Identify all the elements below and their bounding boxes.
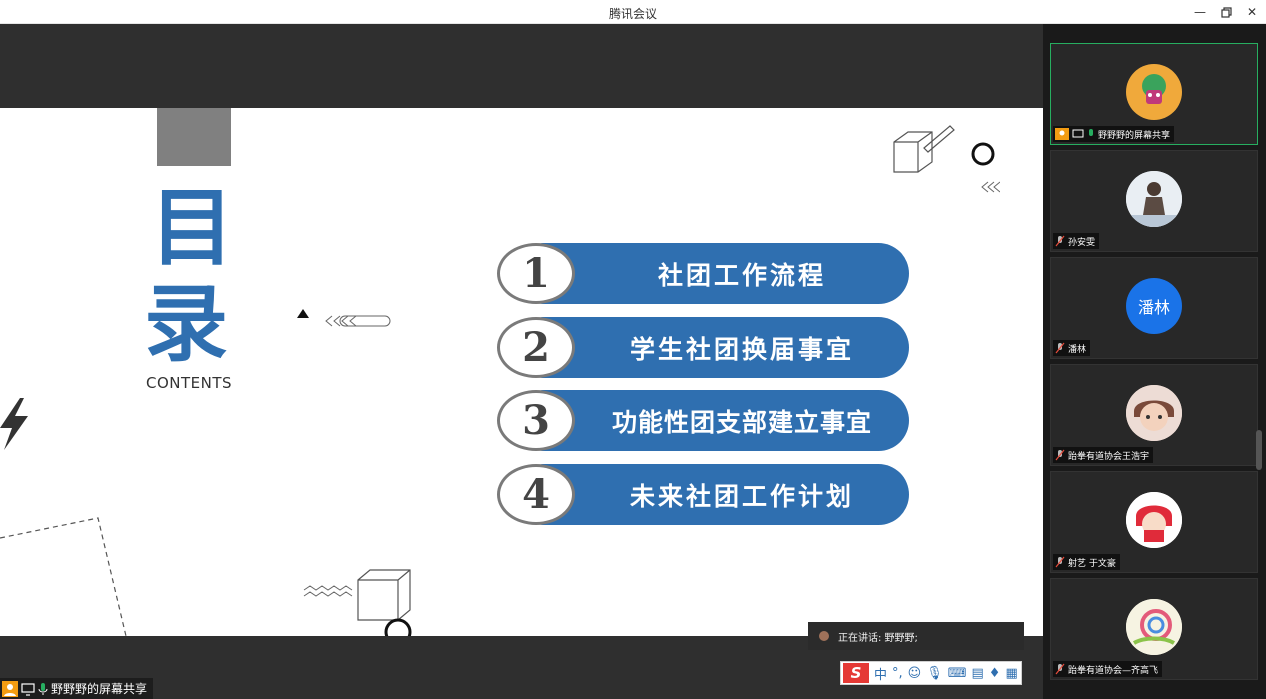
speaker-avatar-icon xyxy=(819,631,829,641)
heading-subtitle: CONTENTS xyxy=(146,374,233,392)
presentation-slide: 目 录 CONTENTS 社团工作流程 1 学生社团换届事宜 2 功能性团支部建… xyxy=(0,108,1043,636)
contents-item-3: 功能性团支部建立事宜 3 xyxy=(497,390,909,451)
decor-cube-bottom-icon xyxy=(303,569,412,636)
contents-item-label: 功能性团支部建立事宜 xyxy=(611,407,872,437)
contents-item-2: 学生社团换届事宜 2 xyxy=(497,317,909,378)
decor-cube-icon xyxy=(893,125,955,173)
microphone-icon[interactable]: 🎙 xyxy=(926,666,943,681)
participant-tile[interactable]: 射艺 于文豪 xyxy=(1050,471,1258,573)
contents-item-number: 3 xyxy=(522,397,550,444)
decor-lightning-icon xyxy=(0,398,28,450)
decor-ring-icon xyxy=(971,142,1000,193)
screen-share-icon xyxy=(21,682,35,696)
contents-item-4: 未来社团工作计划 4 xyxy=(497,464,909,525)
skin-icon[interactable]: ♦ xyxy=(989,666,1001,681)
ime-mode-toggle[interactable]: 中 xyxy=(874,664,887,683)
decor-dashed-line xyxy=(0,517,127,636)
grid-menu-icon[interactable]: ▦ xyxy=(1005,666,1017,681)
contents-item-number: 2 xyxy=(522,324,550,371)
toolbox-icon[interactable]: ▤ xyxy=(972,666,984,681)
punctuation-icon[interactable]: °, xyxy=(892,666,903,681)
contents-item-number: 4 xyxy=(522,471,550,518)
screen-share-label: 野野野的屏幕共享 xyxy=(51,682,148,696)
contents-item-label: 社团工作流程 xyxy=(657,260,826,290)
participant-name: 野野野的屏幕共享 xyxy=(1098,130,1171,141)
title-bar: 腾讯会议 — ✕ xyxy=(0,0,1266,24)
ime-logo[interactable]: S xyxy=(843,663,869,683)
minimize-icon[interactable]: — xyxy=(1190,3,1210,21)
microphone-muted-icon xyxy=(1055,342,1065,354)
contents-item-number: 1 xyxy=(522,250,550,297)
screen-share-icon xyxy=(1072,129,1084,138)
avatar: 潘林 xyxy=(1126,278,1182,334)
participant-tile[interactable]: 潘林 潘林 xyxy=(1050,257,1258,359)
decor-arrow-cylinder-icon xyxy=(297,309,391,327)
microphone-muted-icon xyxy=(1055,556,1065,568)
microphone-muted-icon xyxy=(1055,449,1065,461)
microphone-muted-icon xyxy=(1055,235,1065,247)
close-icon[interactable]: ✕ xyxy=(1242,3,1262,21)
participant-name: 射艺 于文豪 xyxy=(1068,558,1116,569)
restore-icon[interactable] xyxy=(1216,3,1236,21)
participant-name: 潘林 xyxy=(1068,344,1087,355)
user-icon xyxy=(2,680,18,697)
avatar xyxy=(1126,171,1182,227)
heading-char-1: 目 xyxy=(150,179,235,277)
avatar xyxy=(1126,599,1182,655)
avatar xyxy=(1126,64,1182,120)
participant-name: 孙安雯 xyxy=(1068,237,1096,248)
avatar-text: 潘林 xyxy=(1137,298,1170,317)
microphone-muted-icon xyxy=(1055,663,1065,675)
user-icon xyxy=(1055,128,1069,140)
window-title: 腾讯会议 xyxy=(608,7,657,21)
ime-toolbar: S 中 °, ☺ 🎙 ⌨ ▤ ♦ ▦ xyxy=(840,661,1022,685)
contents-item-label: 未来社团工作计划 xyxy=(629,481,854,511)
contents-item-label: 学生社团换届事宜 xyxy=(629,334,854,364)
microphone-icon xyxy=(1089,129,1093,136)
contents-item-1: 社团工作流程 1 xyxy=(497,243,909,304)
emoji-icon[interactable]: ☺ xyxy=(908,666,922,681)
screen-share-badge: 野野野的屏幕共享 xyxy=(0,678,154,699)
sidebar-scrollbar[interactable] xyxy=(1256,430,1262,470)
participant-tile[interactable]: 野野野的屏幕共享 xyxy=(1050,43,1258,145)
speaking-indicator: 正在讲话: 野野野; xyxy=(808,622,1024,650)
participant-tile[interactable]: 跆拳有道协会王浩宇 xyxy=(1050,364,1258,466)
decor-grey-block xyxy=(157,108,231,166)
participant-tile[interactable]: 跆拳有道协会—齐高飞 xyxy=(1050,578,1258,680)
shared-screen: 目 录 CONTENTS 社团工作流程 1 学生社团换届事宜 2 功能性团支部建… xyxy=(0,24,1043,699)
participant-name: 跆拳有道协会—齐高飞 xyxy=(1068,665,1159,676)
participant-tile[interactable]: 孙安雯 xyxy=(1050,150,1258,252)
participant-name: 跆拳有道协会王浩宇 xyxy=(1068,451,1150,462)
avatar xyxy=(1126,385,1182,441)
speaking-text: 正在讲话: 野野野; xyxy=(838,632,918,644)
heading-char-2: 录 xyxy=(144,275,229,373)
keyboard-icon[interactable]: ⌨ xyxy=(948,666,967,681)
microphone-icon xyxy=(38,682,48,695)
participant-sidebar: 野野野的屏幕共享 孙安雯 潘林 潘林 跆拳有道协会王浩宇 射艺 于文豪 跆拳有道… xyxy=(1043,24,1266,699)
avatar xyxy=(1126,492,1182,548)
